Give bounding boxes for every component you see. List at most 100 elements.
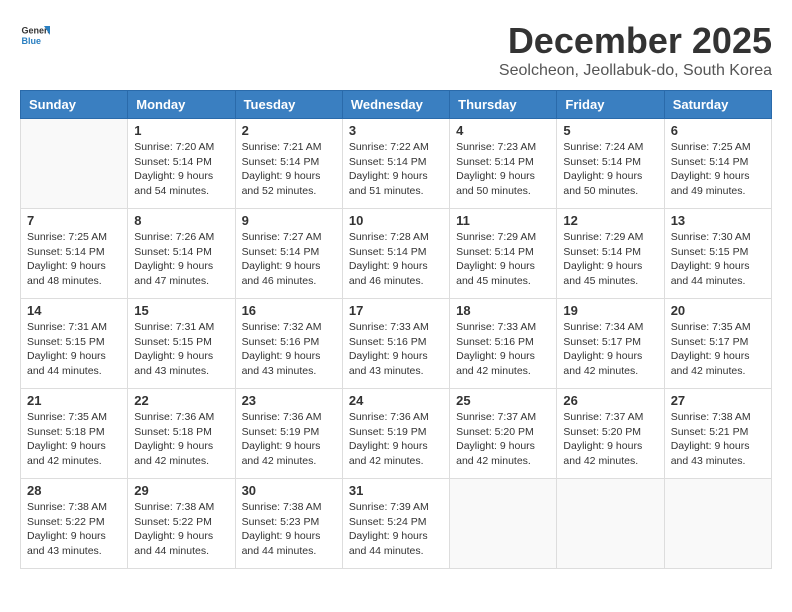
header-saturday: Saturday (664, 91, 771, 119)
table-row: 1 Sunrise: 7:20 AM Sunset: 5:14 PM Daylig… (128, 119, 235, 209)
day-info: Sunrise: 7:38 AM Sunset: 5:21 PM Dayligh… (671, 410, 765, 469)
day-info: Sunrise: 7:37 AM Sunset: 5:20 PM Dayligh… (456, 410, 550, 469)
day-info: Sunrise: 7:34 AM Sunset: 5:17 PM Dayligh… (563, 320, 657, 379)
table-row: 11 Sunrise: 7:29 AM Sunset: 5:14 PM Dayli… (450, 209, 557, 299)
day-number: 24 (349, 393, 443, 408)
day-number: 18 (456, 303, 550, 318)
table-row: 26Sunrise: 7:37 AM Sunset: 5:20 PM Dayli… (557, 389, 664, 479)
day-info: Sunrise: 7:31 AM Sunset: 5:15 PM Dayligh… (134, 320, 228, 379)
day-number: 12 (563, 213, 657, 228)
table-row: 31 Sunrise: 7:39 AM Sunset: 5:24 PM Dayli… (342, 479, 449, 569)
table-row: 4 Sunrise: 7:23 AM Sunset: 5:14 PM Daylig… (450, 119, 557, 209)
table-row: 27 Sunrise: 7:38 AM Sunset: 5:21 PM Dayli… (664, 389, 771, 479)
day-info: Sunrise: 7:35 AM Sunset: 5:18 PM Dayligh… (27, 410, 121, 469)
calendar-table: Sunday Monday Tuesday Wednesday Thursday… (20, 90, 772, 569)
header-tuesday: Tuesday (235, 91, 342, 119)
table-row: 16 Sunrise: 7:32 AM Sunset: 5:16 PM Dayli… (235, 299, 342, 389)
day-number: 29 (134, 483, 228, 498)
table-row: 12 Sunrise: 7:29 AM Sunset: 5:14 PM Dayli… (557, 209, 664, 299)
day-number: 16 (242, 303, 336, 318)
day-number: 30 (242, 483, 336, 498)
table-row (664, 479, 771, 569)
table-row: 25Sunrise: 7:37 AM Sunset: 5:20 PM Dayli… (450, 389, 557, 479)
table-row: 8 Sunrise: 7:26 AM Sunset: 5:14 PM Daylig… (128, 209, 235, 299)
day-number: 14 (27, 303, 121, 318)
table-row: 20Sunrise: 7:35 AM Sunset: 5:17 PM Dayli… (664, 299, 771, 389)
day-number: 27 (671, 393, 765, 408)
day-number: 8 (134, 213, 228, 228)
day-number: 5 (563, 123, 657, 138)
table-row: 19 Sunrise: 7:34 AM Sunset: 5:17 PM Dayli… (557, 299, 664, 389)
day-info: Sunrise: 7:36 AM Sunset: 5:19 PM Dayligh… (242, 410, 336, 469)
svg-text:Blue: Blue (22, 36, 42, 46)
header-sunday: Sunday (21, 91, 128, 119)
day-number: 10 (349, 213, 443, 228)
table-row (21, 119, 128, 209)
day-number: 23 (242, 393, 336, 408)
title-area: December 2025 Seolcheon, Jeollabuk-do, S… (499, 20, 772, 80)
day-info: Sunrise: 7:38 AM Sunset: 5:23 PM Dayligh… (242, 500, 336, 559)
day-number: 2 (242, 123, 336, 138)
day-number: 4 (456, 123, 550, 138)
table-row: 17 Sunrise: 7:33 AM Sunset: 5:16 PM Dayli… (342, 299, 449, 389)
day-info: Sunrise: 7:26 AM Sunset: 5:14 PM Dayligh… (134, 230, 228, 289)
page-header: General Blue December 2025 Seolcheon, Je… (20, 20, 772, 80)
table-row: 2 Sunrise: 7:21 AM Sunset: 5:14 PM Daylig… (235, 119, 342, 209)
table-row: 21Sunrise: 7:35 AM Sunset: 5:18 PM Dayli… (21, 389, 128, 479)
table-row: 3Sunrise: 7:22 AM Sunset: 5:14 PM Daylig… (342, 119, 449, 209)
table-row: 14 Sunrise: 7:31 AM Sunset: 5:15 PM Dayli… (21, 299, 128, 389)
day-number: 28 (27, 483, 121, 498)
day-info: Sunrise: 7:24 AM Sunset: 5:14 PM Dayligh… (563, 140, 657, 199)
header-monday: Monday (128, 91, 235, 119)
table-row: 18 Sunrise: 7:33 AM Sunset: 5:16 PM Dayli… (450, 299, 557, 389)
day-number: 9 (242, 213, 336, 228)
day-info: Sunrise: 7:27 AM Sunset: 5:14 PM Dayligh… (242, 230, 336, 289)
table-row (450, 479, 557, 569)
day-number: 17 (349, 303, 443, 318)
table-row: 23 Sunrise: 7:36 AM Sunset: 5:19 PM Dayli… (235, 389, 342, 479)
table-row: 5 Sunrise: 7:24 AM Sunset: 5:14 PM Daylig… (557, 119, 664, 209)
calendar-header-row: Sunday Monday Tuesday Wednesday Thursday… (21, 91, 772, 119)
day-number: 6 (671, 123, 765, 138)
day-info: Sunrise: 7:39 AM Sunset: 5:24 PM Dayligh… (349, 500, 443, 559)
day-info: Sunrise: 7:36 AM Sunset: 5:19 PM Dayligh… (349, 410, 443, 469)
day-number: 1 (134, 123, 228, 138)
subtitle: Seolcheon, Jeollabuk-do, South Korea (499, 62, 772, 80)
day-number: 31 (349, 483, 443, 498)
day-info: Sunrise: 7:31 AM Sunset: 5:15 PM Dayligh… (27, 320, 121, 379)
day-number: 19 (563, 303, 657, 318)
header-wednesday: Wednesday (342, 91, 449, 119)
day-info: Sunrise: 7:38 AM Sunset: 5:22 PM Dayligh… (27, 500, 121, 559)
day-info: Sunrise: 7:29 AM Sunset: 5:14 PM Dayligh… (456, 230, 550, 289)
day-number: 11 (456, 213, 550, 228)
day-number: 13 (671, 213, 765, 228)
day-info: Sunrise: 7:25 AM Sunset: 5:14 PM Dayligh… (27, 230, 121, 289)
table-row: 6 Sunrise: 7:25 AM Sunset: 5:14 PM Daylig… (664, 119, 771, 209)
day-info: Sunrise: 7:28 AM Sunset: 5:14 PM Dayligh… (349, 230, 443, 289)
day-info: Sunrise: 7:23 AM Sunset: 5:14 PM Dayligh… (456, 140, 550, 199)
day-info: Sunrise: 7:21 AM Sunset: 5:14 PM Dayligh… (242, 140, 336, 199)
day-info: Sunrise: 7:33 AM Sunset: 5:16 PM Dayligh… (456, 320, 550, 379)
header-thursday: Thursday (450, 91, 557, 119)
day-info: Sunrise: 7:35 AM Sunset: 5:17 PM Dayligh… (671, 320, 765, 379)
table-row: 15 Sunrise: 7:31 AM Sunset: 5:15 PM Dayli… (128, 299, 235, 389)
logo: General Blue (20, 20, 50, 50)
table-row: 10 Sunrise: 7:28 AM Sunset: 5:14 PM Dayli… (342, 209, 449, 299)
header-friday: Friday (557, 91, 664, 119)
day-number: 26 (563, 393, 657, 408)
day-number: 15 (134, 303, 228, 318)
day-info: Sunrise: 7:30 AM Sunset: 5:15 PM Dayligh… (671, 230, 765, 289)
day-info: Sunrise: 7:20 AM Sunset: 5:14 PM Dayligh… (134, 140, 228, 199)
day-info: Sunrise: 7:29 AM Sunset: 5:14 PM Dayligh… (563, 230, 657, 289)
table-row: 29Sunrise: 7:38 AM Sunset: 5:22 PM Dayli… (128, 479, 235, 569)
day-info: Sunrise: 7:25 AM Sunset: 5:14 PM Dayligh… (671, 140, 765, 199)
day-number: 7 (27, 213, 121, 228)
day-info: Sunrise: 7:22 AM Sunset: 5:14 PM Dayligh… (349, 140, 443, 199)
table-row: 22Sunrise: 7:36 AM Sunset: 5:18 PM Dayli… (128, 389, 235, 479)
day-info: Sunrise: 7:32 AM Sunset: 5:16 PM Dayligh… (242, 320, 336, 379)
month-title: December 2025 (499, 20, 772, 62)
day-info: Sunrise: 7:33 AM Sunset: 5:16 PM Dayligh… (349, 320, 443, 379)
table-row: 7 Sunrise: 7:25 AM Sunset: 5:14 PM Daylig… (21, 209, 128, 299)
table-row: 13 Sunrise: 7:30 AM Sunset: 5:15 PM Dayli… (664, 209, 771, 299)
day-number: 22 (134, 393, 228, 408)
